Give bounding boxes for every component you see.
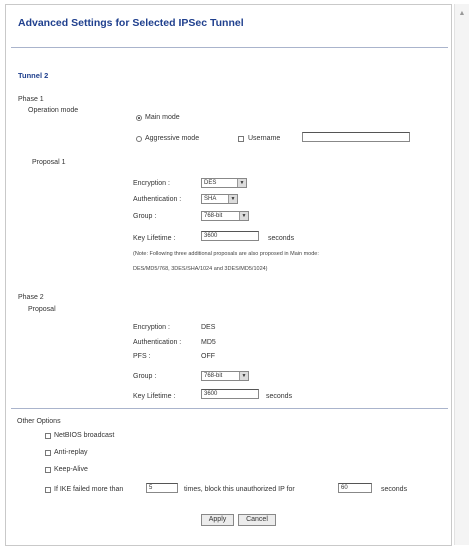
p1-seconds-label: seconds [268,235,295,242]
netbios-checkbox[interactable] [45,433,51,439]
netbios-label: NetBIOS broadcast [54,432,115,439]
p2-group-label: Group : [133,373,157,380]
chevron-down-icon: ▼ [239,372,248,380]
phase1-label: Phase 1 [18,96,44,103]
p1-group-value: 768-bit [204,213,223,219]
p1-group-label: Group : [133,213,157,220]
p1-authentication-label: Authentication : [133,196,182,203]
username-checkbox[interactable] [238,136,244,142]
p2-pfs-label: PFS : [133,353,151,360]
aggressive-mode-label: Aggressive mode [145,135,200,142]
p2-group-value: 768-bit [204,373,223,379]
antireplay-checkbox[interactable] [45,450,51,456]
ike-suffix-label: seconds [381,486,408,493]
tunnel-label: Tunnel 2 [18,71,49,80]
ike-prefix-label: If IKE failed more than [54,486,124,493]
cancel-button[interactable]: Cancel [238,514,276,526]
p2-encryption-value: DES [201,324,216,331]
username-input[interactable] [302,132,410,142]
p2-pfs-value: OFF [201,353,215,360]
antireplay-label: Anti-replay [54,449,88,456]
p1-encryption-select[interactable]: DES ▼ [201,178,247,188]
section-divider [11,408,448,409]
proposal-note-line1: (Note: Following three additional propos… [133,251,319,257]
chevron-down-icon: ▼ [239,212,248,220]
p1-key-lifetime-label: Key Lifetime : [133,235,176,242]
apply-button[interactable]: Apply [201,514,234,526]
p1-group-select[interactable]: 768-bit ▼ [201,211,249,221]
title-divider [11,47,448,48]
operation-mode-label: Operation mode [28,107,79,114]
p1-encryption-label: Encryption : [133,180,170,187]
p2-authentication-value: MD5 [201,339,216,346]
p2-group-select[interactable]: 768-bit ▼ [201,371,249,381]
p2-key-lifetime-input[interactable]: 3600 [201,389,259,399]
ike-seconds-input[interactable]: 60 [338,483,372,493]
page-title: Advanced Settings for Selected IPSec Tun… [18,17,244,29]
scroll-up-icon[interactable]: ▲ [457,9,467,19]
p2-authentication-label: Authentication : [133,339,182,346]
phase2-proposal-label: Proposal [28,306,56,313]
p2-encryption-label: Encryption : [133,324,170,331]
keepalive-label: Keep-Alive [54,466,88,473]
keepalive-checkbox[interactable] [45,467,51,473]
p1-key-lifetime-input[interactable]: 3600 [201,231,259,241]
vertical-scrollbar[interactable]: ▲ [454,4,469,545]
settings-panel [5,4,452,546]
p1-authentication-value: SHA [204,196,217,202]
proposal-note-line2: DES/MD5/768, 3DES/SHA/1024 and 3DES/MD5/… [133,266,268,272]
other-options-label: Other Options [17,418,61,425]
p1-encryption-value: DES [204,180,217,186]
ike-block-checkbox[interactable] [45,487,51,493]
aggressive-mode-radio[interactable] [136,136,142,142]
chevron-down-icon: ▼ [228,195,237,203]
p1-authentication-select[interactable]: SHA ▼ [201,194,238,204]
phase2-label: Phase 2 [18,294,44,301]
ike-times-input[interactable]: 5 [146,483,178,493]
main-mode-label: Main mode [145,114,180,121]
ike-middle-label: times, block this unauthorized IP for [184,486,295,493]
p2-key-lifetime-label: Key Lifetime : [133,393,176,400]
username-label: Username [248,135,281,142]
p2-seconds-label: seconds [266,393,293,400]
main-mode-radio[interactable] [136,115,142,121]
proposal1-label: Proposal 1 [32,159,66,166]
chevron-down-icon: ▼ [237,179,246,187]
